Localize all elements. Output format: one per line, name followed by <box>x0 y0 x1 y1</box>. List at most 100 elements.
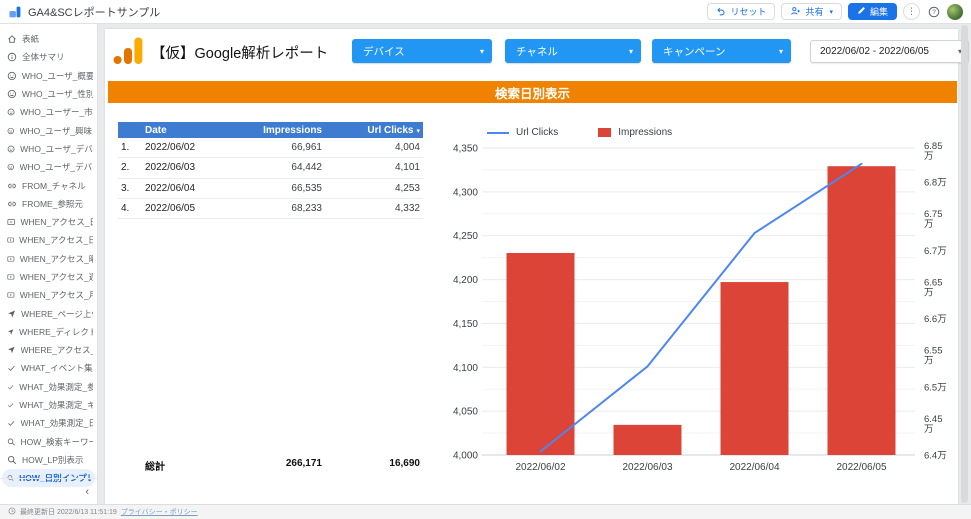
left-axis-tick-label: 4,050 <box>453 407 478 418</box>
cell-date: 2022/06/02 <box>142 142 228 153</box>
table-column-header[interactable]: Date <box>142 125 228 136</box>
collapse-sidebar-icon[interactable]: ‹ <box>85 487 89 498</box>
impressions-clicks-combo-chart[interactable]: 4,0004,0504,1004,1504,2004,2504,3004,350… <box>445 139 955 489</box>
chevron-down-icon: ▾ <box>621 47 633 56</box>
page-navigation-sidebar: 表紙全体サマリ WHO_ユーザ_概要 WHO_ユーザ_性別 WHO_ユーザー_市町村 W… <box>0 23 98 505</box>
sidebar-item[interactable]: WHEN_アクセス_日別 <box>0 213 97 231</box>
table-row[interactable]: 2.2022/06/0364,4424,101 <box>118 158 423 178</box>
sidebar-item-label: WHERE_アクセス_LP <box>21 344 93 356</box>
share-button[interactable]: 共有 ▾ <box>781 3 842 20</box>
cell-url-clicks: 4,101 <box>325 162 423 173</box>
sidebar-item[interactable]: WHO_ユーザー_市町村 <box>0 103 97 121</box>
more-options-kebab-icon[interactable]: ⋮ <box>903 3 920 20</box>
reset-button[interactable]: リセット <box>707 3 775 20</box>
cell-impressions: 64,442 <box>228 162 325 173</box>
face-icon <box>7 162 15 172</box>
right-axis-tick-label: 6.6万 <box>924 314 947 325</box>
table-row[interactable]: 3.2022/06/0466,5354,253 <box>118 179 423 199</box>
pencil-icon <box>857 6 866 17</box>
edit-button[interactable]: 編集 <box>848 3 897 20</box>
sidebar-item[interactable]: WHO_ユーザ_デバイス… <box>0 158 97 176</box>
right-axis-tick-label: 6.5万 <box>924 382 947 393</box>
table-row[interactable]: 4.2022/06/0568,2334,332 <box>118 199 423 219</box>
sidebar-item-label: WHEN_アクセス_日別累積 <box>19 234 93 246</box>
privacy-policy-link[interactable]: プライバシー・ポリシー <box>121 507 198 517</box>
link-icon <box>7 199 17 209</box>
sidebar-item[interactable]: WHO_ユーザ_性別 <box>0 85 97 103</box>
report-canvas: 【仮】Google解析レポート デバイス ▾ チャネル ▾ キャンペーン ▾ 2… <box>105 29 958 505</box>
cell-url-clicks: 4,253 <box>325 183 423 194</box>
table-row[interactable]: 1.2022/06/0266,9614,004 <box>118 138 423 158</box>
sidebar-item[interactable]: HOW_LP別表示 <box>0 451 97 469</box>
check-icon <box>7 400 14 410</box>
total-impressions: 266,171 <box>228 458 325 473</box>
sidebar-item[interactable]: WHAT_効果測定_キャン… <box>0 396 97 414</box>
home-icon <box>7 34 17 44</box>
plane-icon <box>7 345 16 355</box>
face-icon <box>7 89 17 99</box>
sidebar-item[interactable]: WHEN_アクセス_曜日別 <box>0 250 97 268</box>
sidebar-item-label: WHO_ユーザ_性別 <box>22 88 93 100</box>
sidebar-item-label: WHAT_効果測定_日別 <box>21 417 93 429</box>
filter-device-dropdown[interactable]: デバイス ▾ <box>352 39 492 63</box>
table-column-header[interactable]: Url Clicks▾ <box>325 125 423 136</box>
section-banner: 検索日別表示 <box>108 81 957 103</box>
sidebar-item[interactable]: WHEN_アクセス_日別累積 <box>0 231 97 249</box>
video-icon <box>7 290 15 300</box>
looker-studio-logo-icon[interactable] <box>9 6 21 18</box>
vertical-scrollbar[interactable] <box>961 25 968 503</box>
cell-impressions: 68,233 <box>228 203 325 214</box>
left-axis-tick-label: 4,250 <box>453 231 478 242</box>
sidebar-item[interactable]: 全体サマリ <box>0 48 97 66</box>
face-icon <box>7 126 15 136</box>
sidebar-item[interactable]: 表紙 <box>0 30 97 48</box>
sidebar-item[interactable]: WHO_ユーザ_興味カテ… <box>0 121 97 139</box>
row-index: 3. <box>118 183 142 194</box>
help-icon[interactable]: ? <box>926 4 941 19</box>
sidebar-item[interactable]: WHAT_効果測定_日別 <box>0 414 97 432</box>
sidebar-item[interactable]: WHAT_イベント集計 <box>0 359 97 377</box>
sidebar-item[interactable]: WHO_ユーザ_デバイス <box>0 140 97 158</box>
table-column-header[interactable]: Impressions <box>228 125 325 136</box>
right-axis-tick-label: 6.8万 <box>924 178 947 189</box>
clock-icon <box>8 507 16 517</box>
sidebar-item[interactable]: WHERE_アクセス_LP <box>0 341 97 359</box>
date-range-picker[interactable]: 2022/06/02 - 2022/06/05 ▾ <box>810 40 969 63</box>
check-icon <box>7 363 16 373</box>
impressions-bar <box>614 425 682 455</box>
cell-date: 2022/06/04 <box>142 183 228 194</box>
sidebar-item[interactable]: WHAT_効果測定_参照元別 <box>0 378 97 396</box>
legend-bar-label: Impressions <box>618 127 672 138</box>
share-dropdown-caret-icon[interactable]: ▾ <box>829 8 833 16</box>
sidebar-item[interactable]: WHEN_アクセス_週推移 <box>0 268 97 286</box>
sidebar-item[interactable]: WHO_ユーザ_概要 <box>0 67 97 85</box>
cell-date: 2022/06/05 <box>142 203 228 214</box>
status-footer: 最終更新日 2022/6/13 11:51:19 プライバシー・ポリシー <box>0 504 971 519</box>
sidebar-item[interactable]: FROME_参照元 <box>0 195 97 213</box>
sidebar-item[interactable]: WHERE_ページ上位 <box>0 304 97 322</box>
sidebar-item[interactable]: WHEN_アクセス_月推移 <box>0 286 97 304</box>
sidebar-item[interactable]: WHERE_ディレクトリ上位 <box>0 323 97 341</box>
x-axis-category-label: 2022/06/02 <box>515 462 565 473</box>
filter-channel-dropdown[interactable]: チャネル ▾ <box>505 39 641 63</box>
undo-icon <box>716 6 726 18</box>
sidebar-item-label: 全体サマリ <box>22 51 65 63</box>
total-url-clicks: 16,690 <box>325 458 423 473</box>
search-by-date-table: DateImpressionsUrl Clicks▾1.2022/06/0266… <box>118 122 423 219</box>
cell-url-clicks: 4,004 <box>325 142 423 153</box>
sidebar-item-label: WHAT_イベント集計 <box>21 362 93 374</box>
user-avatar[interactable] <box>947 4 963 20</box>
row-index: 1. <box>118 142 142 153</box>
row-index: 2. <box>118 162 142 173</box>
left-axis-tick-label: 4,100 <box>453 363 478 374</box>
sidebar-item[interactable]: HOW_検索キーワード <box>0 433 97 451</box>
total-label: 総計 <box>142 458 228 473</box>
sidebar-item-label: WHO_ユーザー_市町村 <box>20 106 93 118</box>
right-axis-tick-label: 6.55万 <box>924 346 943 367</box>
cell-impressions: 66,535 <box>228 183 325 194</box>
impressions-bar <box>721 282 789 455</box>
sidebar-item[interactable]: FROM_チャネル <box>0 176 97 194</box>
check-icon <box>7 418 16 428</box>
filter-campaign-dropdown[interactable]: キャンペーン ▾ <box>652 39 791 63</box>
report-file-title[interactable]: GA4&SCレポートサンプル <box>28 4 160 20</box>
